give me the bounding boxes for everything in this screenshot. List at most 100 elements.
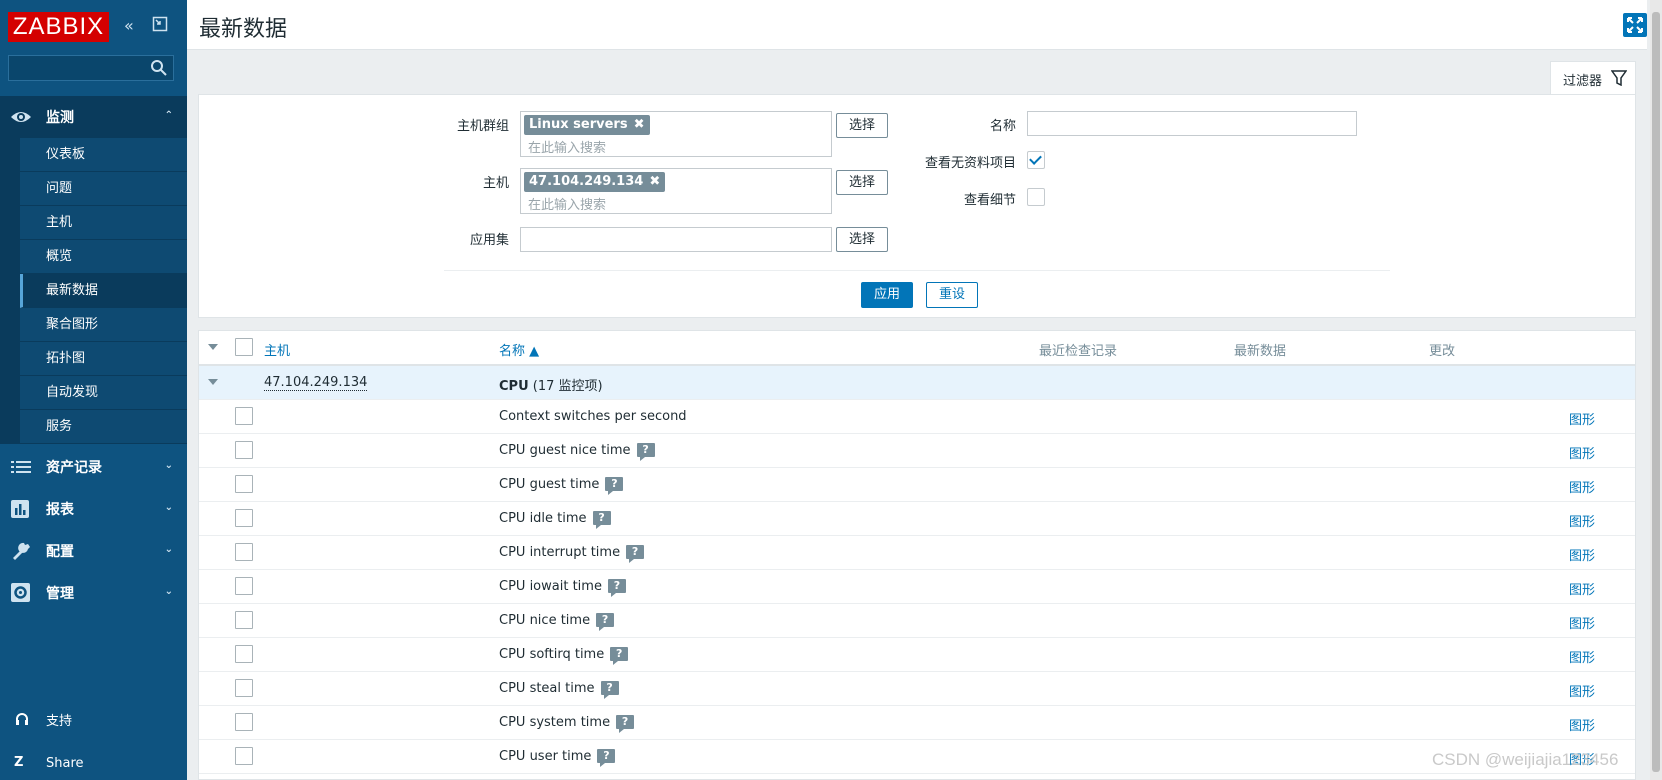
graph-link[interactable]: 图形 bbox=[1569, 579, 1595, 598]
show-details-label: 查看细节 bbox=[963, 193, 1016, 208]
row-checkbox[interactable] bbox=[235, 441, 253, 459]
page-scrollbar[interactable] bbox=[1650, 0, 1662, 780]
host-search-placeholder[interactable]: 在此输入搜索 bbox=[528, 194, 606, 213]
graph-link[interactable]: 图形 bbox=[1569, 409, 1595, 428]
table-row: CPU system time? 图形 bbox=[199, 706, 1635, 740]
table-row: CPU guest time? 图形 bbox=[199, 468, 1635, 502]
compact-view-icon[interactable] bbox=[152, 16, 168, 36]
help-icon[interactable]: ? bbox=[596, 613, 615, 631]
menu-item-services[interactable]: 服务 bbox=[20, 410, 187, 444]
help-icon[interactable]: ? bbox=[597, 749, 616, 767]
column-name[interactable]: 名称 ▲ bbox=[499, 340, 539, 359]
reset-button[interactable]: 重设 bbox=[926, 282, 978, 308]
row-checkbox[interactable] bbox=[235, 407, 253, 425]
item-name: Context switches per second bbox=[499, 409, 687, 424]
host-multiselect[interactable]: 47.104.249.134 ✖ 在此输入搜索 bbox=[520, 168, 832, 214]
filter-tab[interactable]: 过滤器 bbox=[1550, 61, 1636, 95]
chevron-down-icon: ⌄ bbox=[164, 502, 173, 513]
application-select-button[interactable]: 选择 bbox=[836, 227, 888, 252]
menu-reports[interactable]: 报表 ⌄ bbox=[0, 488, 187, 530]
scrollbar-thumb[interactable] bbox=[1652, 12, 1660, 772]
row-checkbox[interactable] bbox=[235, 475, 253, 493]
remove-tag-icon[interactable]: ✖ bbox=[634, 115, 645, 135]
group-host[interactable]: 47.104.249.134 bbox=[264, 375, 368, 391]
host-group-multiselect[interactable]: Linux servers ✖ 在此输入搜索 bbox=[520, 111, 832, 157]
item-name: CPU system time bbox=[499, 715, 611, 730]
collapse-group-icon[interactable] bbox=[208, 379, 218, 385]
show-details-checkbox[interactable] bbox=[1027, 188, 1045, 206]
graph-link[interactable]: 图形 bbox=[1569, 681, 1595, 700]
menu-monitoring[interactable]: 监测 ⌃ bbox=[0, 96, 187, 138]
menu-item-screens[interactable]: 聚合图形 bbox=[20, 308, 187, 342]
graph-link[interactable]: 图形 bbox=[1569, 715, 1595, 734]
apply-button[interactable]: 应用 bbox=[861, 282, 913, 308]
item-name-cell: Context switches per second bbox=[499, 409, 687, 424]
zabbix-logo[interactable]: ZABBIX bbox=[8, 12, 109, 42]
support-link[interactable]: 支持 bbox=[0, 699, 187, 739]
row-checkbox[interactable] bbox=[235, 543, 253, 561]
help-icon[interactable]: ? bbox=[610, 647, 629, 665]
host-group-select-button[interactable]: 选择 bbox=[836, 113, 888, 138]
help-icon[interactable]: ? bbox=[592, 511, 611, 529]
menu-item-maps[interactable]: 拓扑图 bbox=[20, 342, 187, 376]
help-icon[interactable]: ? bbox=[616, 715, 635, 733]
column-host[interactable]: 主机 bbox=[264, 340, 290, 359]
row-checkbox[interactable] bbox=[235, 611, 253, 629]
sidebar-search-input[interactable] bbox=[8, 55, 174, 81]
menu-item-dashboard[interactable]: 仪表板 bbox=[20, 138, 187, 172]
name-input[interactable] bbox=[1027, 111, 1357, 136]
fullscreen-icon bbox=[1627, 17, 1643, 33]
help-icon[interactable]: ? bbox=[626, 545, 645, 563]
item-name-cell: CPU iowait time? bbox=[499, 579, 626, 597]
select-all-checkbox[interactable] bbox=[235, 338, 253, 356]
table-row: Context switches per second 图形 bbox=[199, 400, 1635, 434]
help-icon[interactable]: ? bbox=[636, 443, 655, 461]
sidebar: ZABBIX « 监测 ⌃ 仪表板 问题 主机 概览 最新数据 聚合图形 拓扑图… bbox=[0, 0, 187, 780]
item-name: CPU user time bbox=[499, 749, 592, 764]
menu-inventory[interactable]: 资产记录 ⌄ bbox=[0, 446, 187, 488]
show-items-without-data-checkbox[interactable] bbox=[1027, 151, 1045, 169]
table-header: 主机 名称 ▲ 最近检查记录 最新数据 更改 bbox=[199, 331, 1635, 366]
collapse-sidebar-icon[interactable]: « bbox=[124, 16, 134, 35]
graph-link[interactable]: 图形 bbox=[1569, 511, 1595, 530]
group-host-link[interactable]: 47.104.249.134 bbox=[264, 375, 368, 391]
table-row: CPU guest nice time? 图形 bbox=[199, 434, 1635, 468]
watermark: CSDN @weijiajia123456 bbox=[1432, 750, 1619, 769]
row-checkbox[interactable] bbox=[235, 679, 253, 697]
menu-item-hosts[interactable]: 主机 bbox=[20, 206, 187, 240]
collapse-all-icon[interactable] bbox=[208, 344, 218, 350]
row-checkbox[interactable] bbox=[235, 645, 253, 663]
search-icon[interactable] bbox=[150, 59, 168, 77]
graph-link[interactable]: 图形 bbox=[1569, 545, 1595, 564]
help-icon[interactable]: ? bbox=[607, 579, 626, 597]
remove-tag-icon[interactable]: ✖ bbox=[649, 172, 660, 192]
menu-item-problems[interactable]: 问题 bbox=[20, 172, 187, 206]
latest-data-table: 主机 名称 ▲ 最近检查记录 最新数据 更改 47.104.249.134 CP… bbox=[198, 330, 1636, 780]
application-input[interactable] bbox=[520, 227, 832, 252]
host-select-button[interactable]: 选择 bbox=[836, 170, 888, 195]
row-checkbox[interactable] bbox=[235, 509, 253, 527]
help-icon[interactable]: ? bbox=[605, 477, 624, 495]
menu-item-overview[interactable]: 概览 bbox=[20, 240, 187, 274]
host-group-search-placeholder[interactable]: 在此输入搜索 bbox=[528, 137, 606, 156]
support-label: 支持 bbox=[46, 713, 73, 729]
row-checkbox[interactable] bbox=[235, 577, 253, 595]
bar-chart-icon bbox=[11, 500, 29, 518]
graph-link[interactable]: 图形 bbox=[1569, 647, 1595, 666]
eye-icon bbox=[11, 112, 31, 122]
help-icon[interactable]: ? bbox=[600, 681, 619, 699]
menu-administration[interactable]: 管理 ⌄ bbox=[0, 572, 187, 614]
row-checkbox[interactable] bbox=[235, 713, 253, 731]
menu-item-discovery[interactable]: 自动发现 bbox=[20, 376, 187, 410]
main-menu: 监测 ⌃ 仪表板 问题 主机 概览 最新数据 聚合图形 拓扑图 自动发现 服务 … bbox=[0, 96, 187, 614]
graph-link[interactable]: 图形 bbox=[1569, 443, 1595, 462]
graph-link[interactable]: 图形 bbox=[1569, 613, 1595, 632]
menu-configuration[interactable]: 配置 ⌄ bbox=[0, 530, 187, 572]
row-checkbox[interactable] bbox=[235, 747, 253, 765]
menu-item-latest-data[interactable]: 最新数据 bbox=[20, 274, 187, 308]
menu-administration-label: 管理 bbox=[46, 586, 74, 602]
graph-link[interactable]: 图形 bbox=[1569, 477, 1595, 496]
wrench-icon bbox=[13, 542, 30, 560]
share-link[interactable]: Z Share bbox=[0, 743, 187, 780]
fullscreen-button[interactable] bbox=[1623, 13, 1647, 37]
